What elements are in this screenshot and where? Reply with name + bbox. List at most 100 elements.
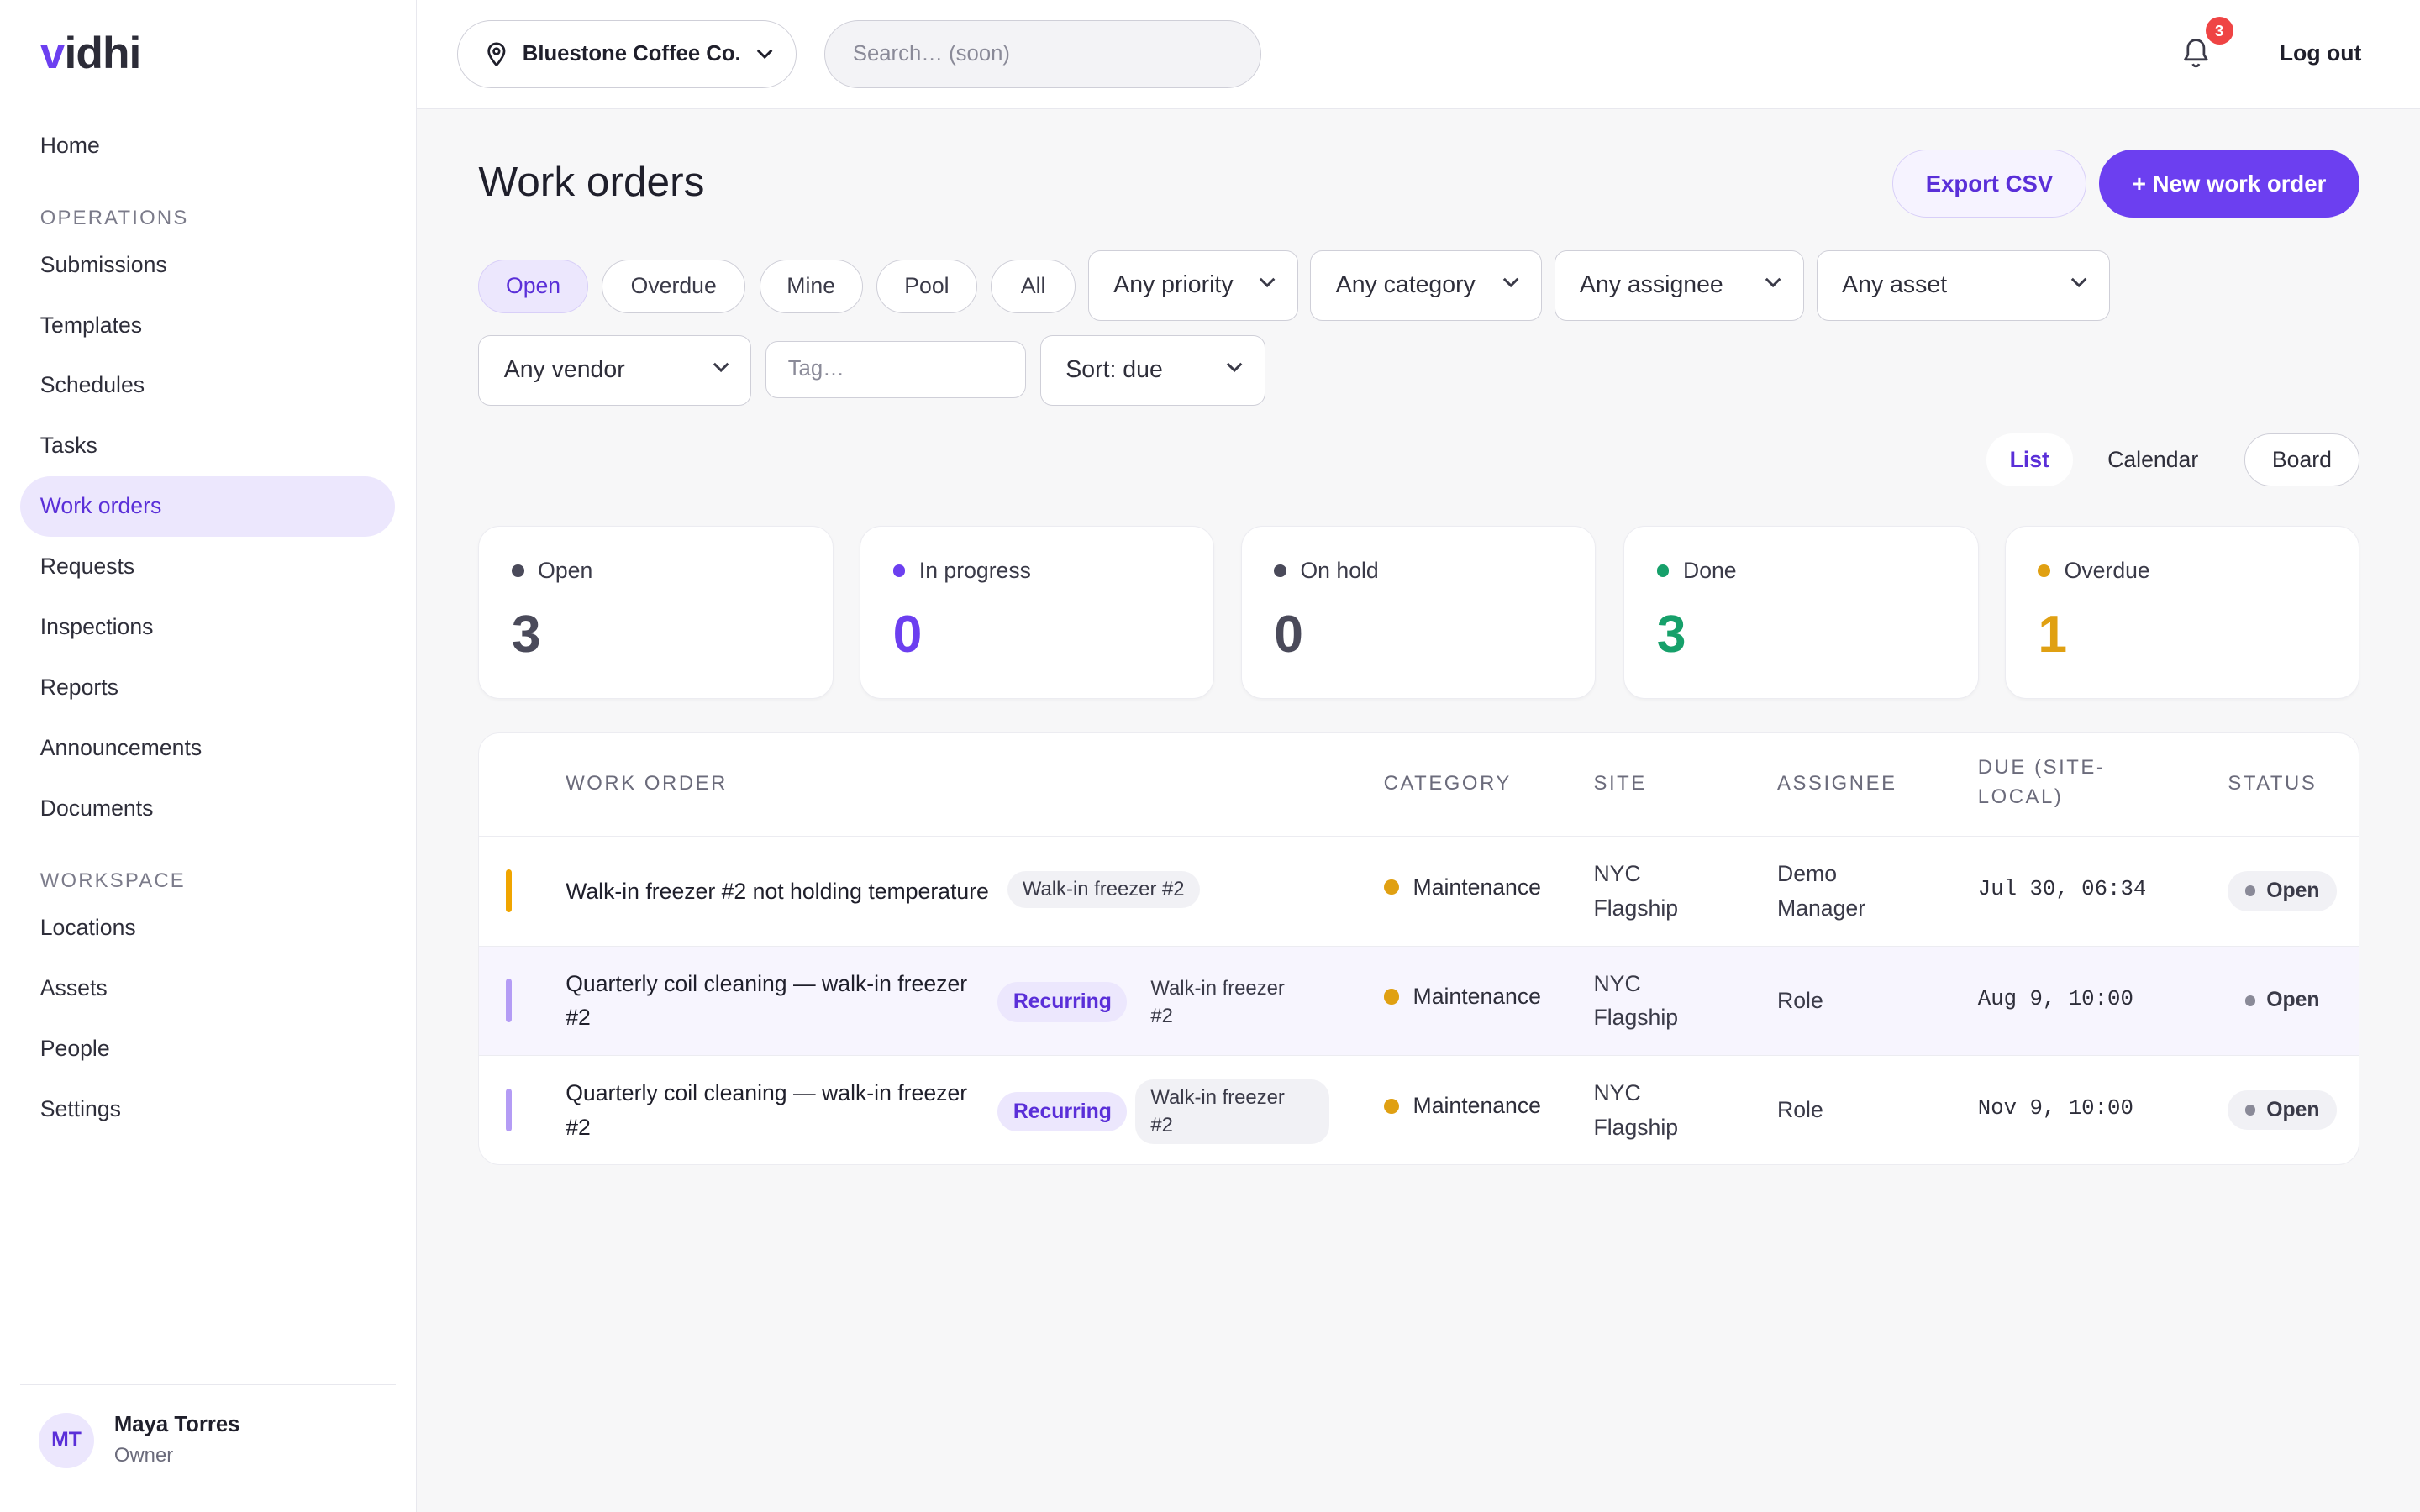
view-list-tab[interactable]: List: [1986, 433, 2073, 486]
category-label: Maintenance: [1413, 1093, 1541, 1119]
recurring-badge: Recurring: [997, 982, 1128, 1022]
sidebar-item-people[interactable]: People: [20, 1019, 395, 1079]
column-header-category[interactable]: CATEGORY: [1384, 769, 1512, 799]
logout-button[interactable]: Log out: [2280, 40, 2362, 66]
user-name: Maya Torres: [113, 1413, 240, 1437]
filter-chip-overdue[interactable]: Overdue: [602, 259, 746, 313]
table-row[interactable]: Walk-in freezer #2 not holding temperatu…: [479, 837, 2360, 947]
priority-dropdown[interactable]: Any priority: [1087, 249, 1298, 322]
column-header-due-line2: LOCAL): [1977, 785, 2064, 809]
table-row[interactable]: Quarterly coil cleaning — walk-in freeze…: [479, 946, 2360, 1057]
site-cell: NYC Flagship: [1593, 1076, 1678, 1144]
due-cell: Aug 9, 10:00: [1977, 986, 2133, 1011]
sort-dropdown[interactable]: Sort: due: [1039, 334, 1266, 407]
stat-label-text: In progress: [918, 558, 1031, 584]
category-label: Maintenance: [1413, 874, 1541, 900]
bell-icon[interactable]: [2181, 37, 2212, 71]
work-order-title[interactable]: Quarterly coil cleaning — walk-in freeze…: [566, 1076, 967, 1144]
sidebar-item-inspections[interactable]: Inspections: [20, 597, 395, 658]
sidebar-item-announcements[interactable]: Announcements: [20, 718, 395, 779]
column-header-due[interactable]: DUE (SITE- LOCAL): [1978, 753, 2106, 812]
assignee-cell: Role: [1777, 1097, 1823, 1123]
stat-card-open[interactable]: Open 3: [478, 526, 834, 700]
view-board-tab[interactable]: Board: [2244, 433, 2360, 486]
assignee-dropdown[interactable]: Any assignee: [1554, 249, 1805, 322]
sidebar-section-workspace: WORKSPACE: [39, 869, 186, 893]
stat-card-overdue[interactable]: Overdue 1: [2004, 526, 2360, 700]
sidebar-item-schedules[interactable]: Schedules: [20, 355, 395, 416]
filter-chip-open[interactable]: Open: [478, 259, 588, 313]
stat-card-done[interactable]: Done 3: [1623, 526, 1979, 700]
work-order-title[interactable]: Quarterly coil cleaning — walk-in freeze…: [566, 967, 967, 1035]
main-content: Bluestone Coffee Co. 3 Log out Work orde…: [416, 0, 2420, 1512]
chevron-down-icon: [1502, 277, 1519, 287]
category-dot: [1383, 879, 1400, 895]
chevron-down-icon: [1226, 362, 1243, 372]
column-header-work-order[interactable]: WORK ORDER: [566, 769, 728, 799]
asset-dropdown[interactable]: Any asset: [1816, 249, 2110, 322]
site-cell: NYC Flagship: [1593, 857, 1678, 925]
status-dot: [2038, 564, 2051, 577]
chevron-down-icon: [1259, 277, 1276, 287]
stat-card-on-hold[interactable]: On hold 0: [1240, 526, 1597, 700]
sidebar-item-work-orders[interactable]: Work orders: [19, 476, 396, 538]
vendor-dropdown[interactable]: Any vendor: [478, 334, 752, 407]
sidebar-item-assets[interactable]: Assets: [20, 958, 395, 1019]
view-calendar-tab[interactable]: Calendar: [2091, 433, 2215, 486]
table-header: WORK ORDER CATEGORY SITE ASSIGNEE DUE (S…: [479, 733, 2360, 837]
category-dropdown[interactable]: Any category: [1310, 249, 1542, 322]
sidebar-item-settings[interactable]: Settings: [20, 1079, 395, 1140]
tag-filter-input[interactable]: [765, 340, 1027, 398]
assignee-value: Any assignee: [1579, 271, 1723, 299]
new-work-order-button[interactable]: + New work order: [2098, 150, 2360, 218]
site-line2: Flagship: [1593, 895, 1679, 921]
sidebar-item-home[interactable]: Home: [20, 116, 395, 176]
column-header-due-line1: DUE (SITE-: [1977, 756, 2106, 780]
stat-value: 0: [1274, 605, 1303, 664]
sidebar-item-submissions[interactable]: Submissions: [20, 235, 395, 296]
status-badge: Open: [2228, 870, 2337, 911]
chevron-down-icon: [1765, 277, 1781, 287]
category-dot: [1383, 989, 1400, 1005]
work-order-title[interactable]: Walk-in freezer #2 not holding temperatu…: [566, 874, 989, 908]
site-cell: NYC Flagship: [1593, 967, 1678, 1035]
stat-label: Done: [1656, 558, 1737, 584]
sidebar-item-reports[interactable]: Reports: [20, 658, 395, 718]
app-logo[interactable]: vidhi: [39, 28, 142, 79]
location-pin-icon: [487, 42, 506, 66]
export-csv-button[interactable]: Export CSV: [1891, 150, 2087, 218]
stat-card-in-progress[interactable]: In progress 0: [860, 526, 1215, 700]
sidebar-item-documents[interactable]: Documents: [20, 779, 395, 839]
filter-chip-all[interactable]: All: [991, 259, 1076, 313]
sidebar-item-locations[interactable]: Locations: [20, 898, 395, 958]
status-dot: [2244, 1105, 2256, 1116]
assignee-cell: Demo Manager: [1777, 857, 1865, 925]
sidebar-item-templates[interactable]: Templates: [20, 296, 395, 356]
user-profile[interactable]: MT Maya Torres Owner: [19, 1383, 397, 1468]
notification-badge: 3: [2205, 17, 2233, 45]
column-header-site[interactable]: SITE: [1593, 769, 1646, 799]
sidebar-item-tasks[interactable]: Tasks: [20, 416, 395, 476]
category-cell: Maintenance: [1383, 984, 1541, 1010]
logo-accent: v: [39, 29, 66, 79]
search-input[interactable]: [823, 19, 1261, 88]
tag-line2: #2: [1150, 1114, 1173, 1137]
table-row[interactable]: Quarterly coil cleaning — walk-in freeze…: [479, 1056, 2359, 1163]
org-selector[interactable]: Bluestone Coffee Co.: [456, 19, 797, 88]
filter-chip-pool[interactable]: Pool: [876, 259, 977, 313]
page-title: Work orders: [478, 158, 705, 206]
sidebar-item-requests[interactable]: Requests: [20, 537, 395, 597]
assignee-line1: Demo: [1777, 861, 1838, 887]
column-header-assignee[interactable]: ASSIGNEE: [1777, 769, 1897, 799]
status-dot: [2244, 995, 2256, 1006]
status-label: Open: [2266, 989, 2320, 1012]
status-label: Open: [2266, 879, 2320, 902]
assignee-cell: Role: [1777, 987, 1823, 1013]
due-cell: Jul 30, 06:34: [1977, 877, 2147, 902]
column-header-status[interactable]: STATUS: [2228, 769, 2317, 799]
filter-chip-mine[interactable]: Mine: [759, 259, 863, 313]
site-line2: Flagship: [1593, 1005, 1679, 1031]
stat-label: Overdue: [2038, 558, 2150, 584]
site-line1: NYC: [1593, 970, 1641, 996]
sidebar-nav: Home OPERATIONS Submissions Templates Sc…: [19, 116, 396, 1140]
